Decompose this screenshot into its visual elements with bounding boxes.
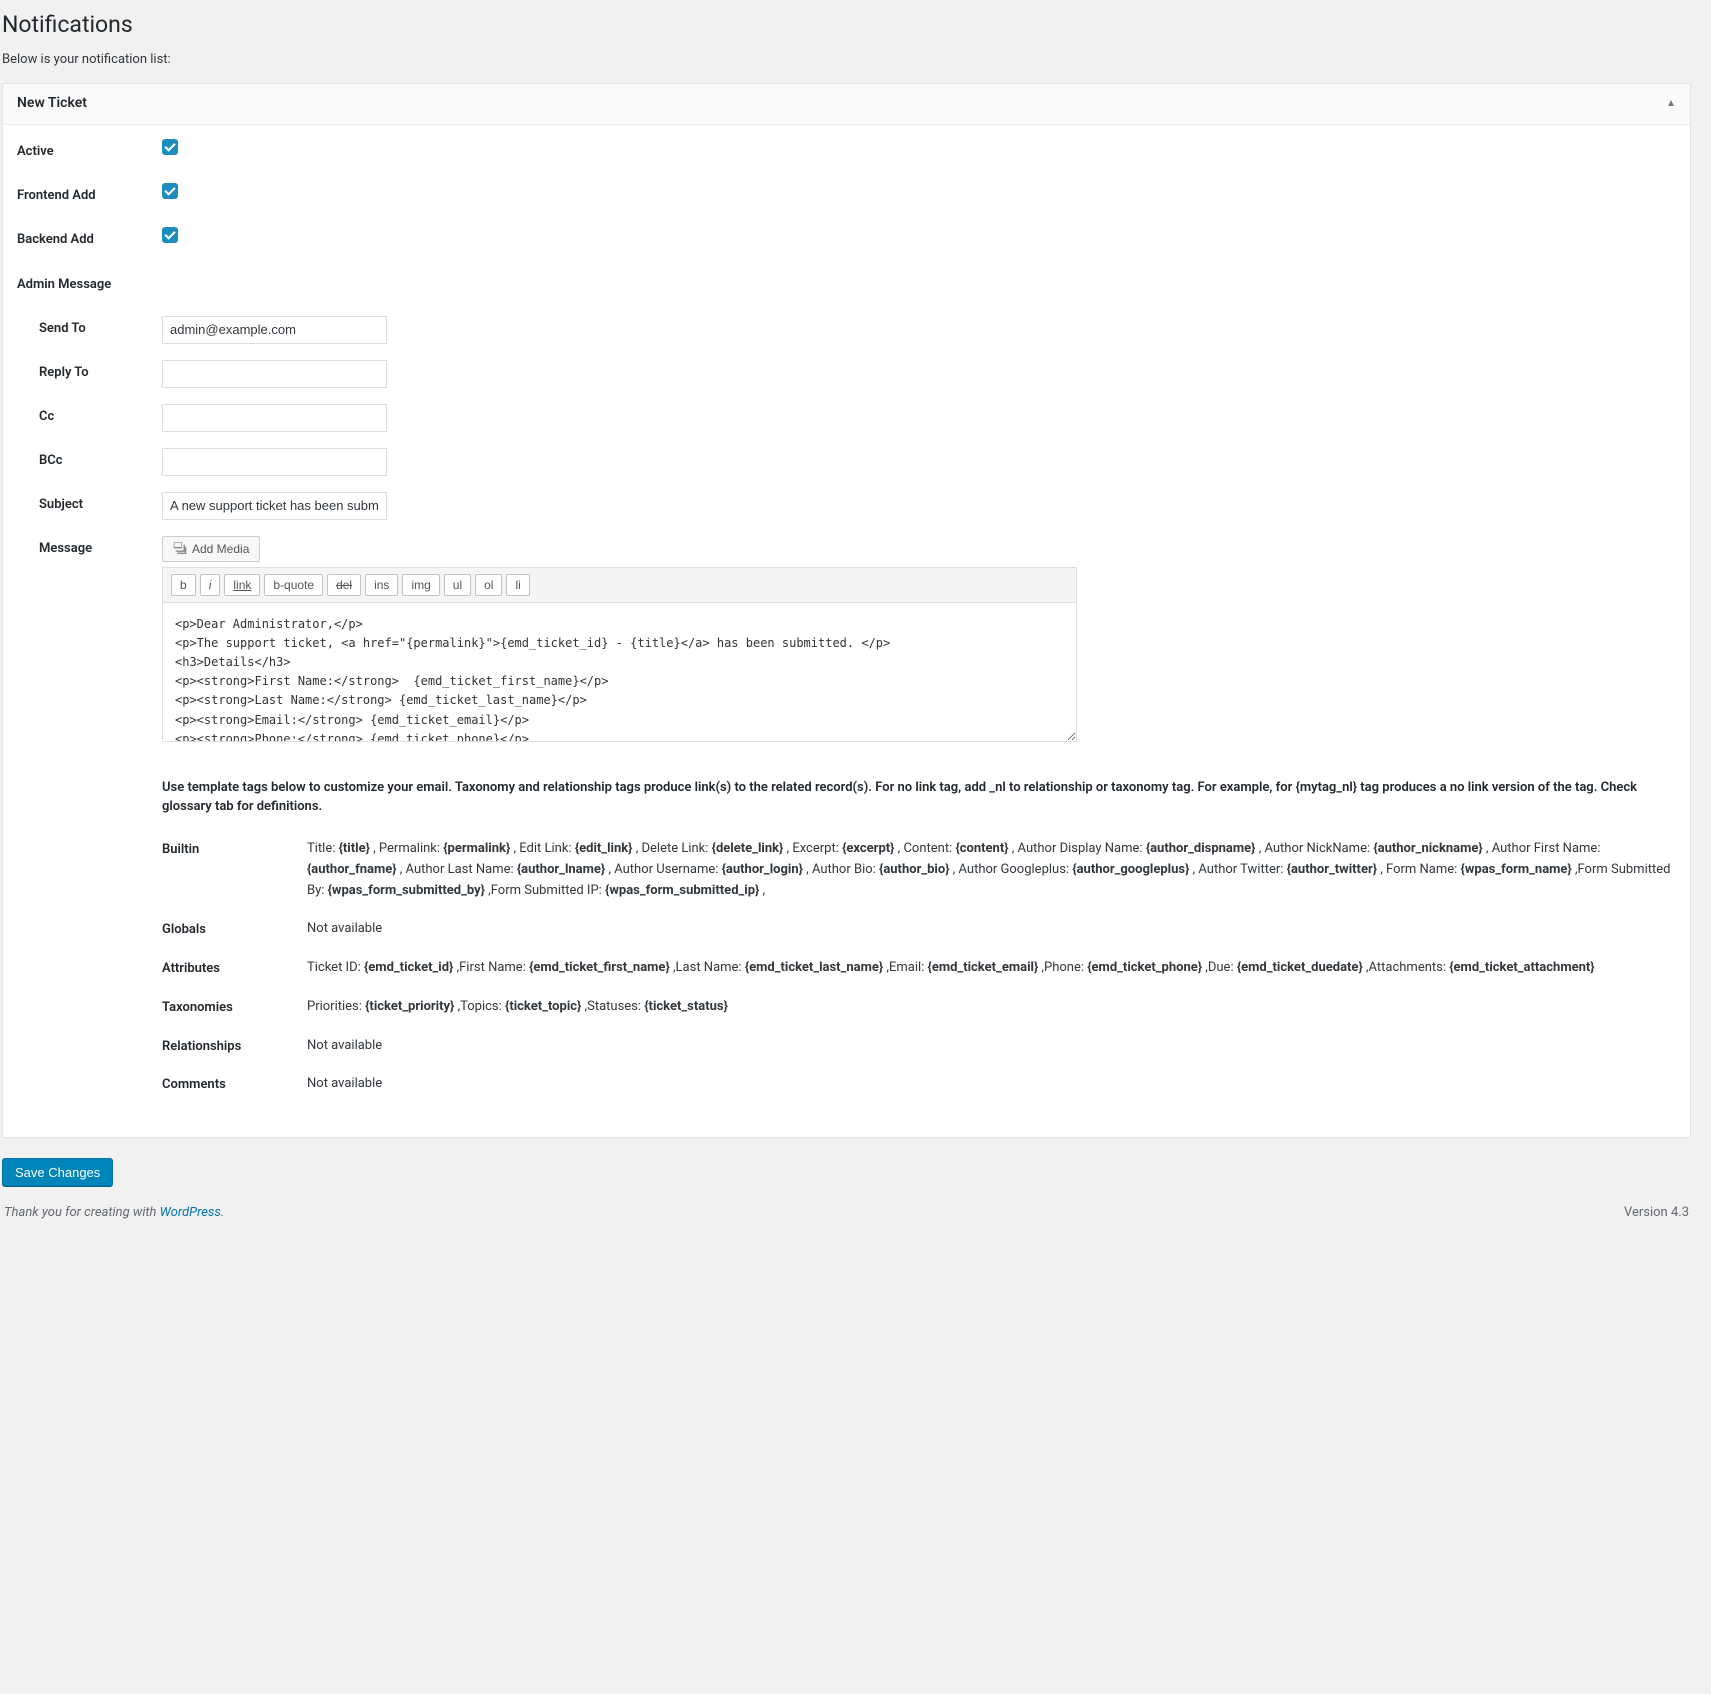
- comments-label: Comments: [162, 1074, 307, 1094]
- builtin-content: Title: {title} , Permalink: {permalink} …: [307, 839, 1676, 901]
- backend-add-label: Backend Add: [17, 227, 162, 249]
- wordpress-link[interactable]: WordPress: [160, 1205, 221, 1220]
- page-title: Notifications: [2, 0, 1691, 45]
- send-to-label: Send To: [17, 316, 162, 338]
- reply-to-input[interactable]: [162, 360, 387, 388]
- collapse-icon[interactable]: ▲: [1666, 97, 1676, 111]
- toolbar-ins-button[interactable]: ins: [365, 574, 398, 596]
- panel-header[interactable]: New Ticket ▲: [3, 84, 1690, 125]
- reply-to-label: Reply To: [17, 360, 162, 382]
- attributes-content: Ticket ID: {emd_ticket_id} ,First Name: …: [307, 958, 1676, 979]
- add-media-label: Add Media: [192, 542, 249, 556]
- toolbar-img-button[interactable]: img: [402, 574, 439, 596]
- comments-content: Not available: [307, 1074, 1676, 1095]
- globals-label: Globals: [162, 919, 307, 939]
- version-text: Version 4.3: [1624, 1204, 1689, 1222]
- cc-label: Cc: [17, 404, 162, 426]
- globals-content: Not available: [307, 919, 1676, 940]
- bcc-label: BCc: [17, 448, 162, 470]
- relationships-content: Not available: [307, 1036, 1676, 1057]
- toolbar-ol-button[interactable]: ol: [475, 574, 502, 596]
- builtin-label: Builtin: [162, 839, 307, 859]
- bcc-input[interactable]: [162, 448, 387, 476]
- message-textarea[interactable]: <p>Dear Administrator,</p> <p>The suppor…: [162, 602, 1077, 742]
- toolbar-del-button[interactable]: del: [327, 574, 361, 596]
- page-subtitle: Below is your notification list:: [2, 51, 1691, 69]
- footer-suffix: .: [221, 1205, 224, 1220]
- toolbar-italic-button[interactable]: i: [200, 574, 221, 596]
- active-label: Active: [17, 139, 162, 161]
- editor-toolbar: b i link b-quote del ins img ul ol li: [162, 567, 1077, 602]
- admin-message-label: Admin Message: [17, 272, 162, 294]
- toolbar-ul-button[interactable]: ul: [444, 574, 471, 596]
- send-to-input[interactable]: [162, 316, 387, 344]
- panel-title: New Ticket: [17, 94, 87, 114]
- save-changes-button[interactable]: Save Changes: [2, 1158, 113, 1186]
- active-checkbox[interactable]: [162, 139, 178, 155]
- backend-add-checkbox[interactable]: [162, 227, 178, 243]
- footer: Thank you for creating with WordPress. V…: [2, 1186, 1691, 1230]
- footer-thanks-prefix: Thank you for creating with: [4, 1205, 160, 1220]
- toolbar-bquote-button[interactable]: b-quote: [264, 574, 323, 596]
- attributes-label: Attributes: [162, 958, 307, 978]
- media-icon: [173, 540, 187, 557]
- taxonomies-label: Taxonomies: [162, 997, 307, 1017]
- toolbar-link-button[interactable]: link: [224, 574, 260, 596]
- new-ticket-panel: New Ticket ▲ Active Frontend Add Backend…: [2, 83, 1691, 1138]
- frontend-add-label: Frontend Add: [17, 183, 162, 205]
- message-label: Message: [17, 536, 162, 558]
- toolbar-li-button[interactable]: li: [506, 574, 529, 596]
- add-media-button[interactable]: Add Media: [162, 536, 260, 562]
- toolbar-bold-button[interactable]: b: [171, 574, 196, 596]
- frontend-add-checkbox[interactable]: [162, 183, 178, 199]
- taxonomies-content: Priorities: {ticket_priority} ,Topics: {…: [307, 997, 1676, 1018]
- cc-input[interactable]: [162, 404, 387, 432]
- subject-label: Subject: [17, 492, 162, 514]
- subject-input[interactable]: [162, 492, 387, 520]
- relationships-label: Relationships: [162, 1036, 307, 1056]
- help-text: Use template tags below to customize you…: [162, 778, 1676, 817]
